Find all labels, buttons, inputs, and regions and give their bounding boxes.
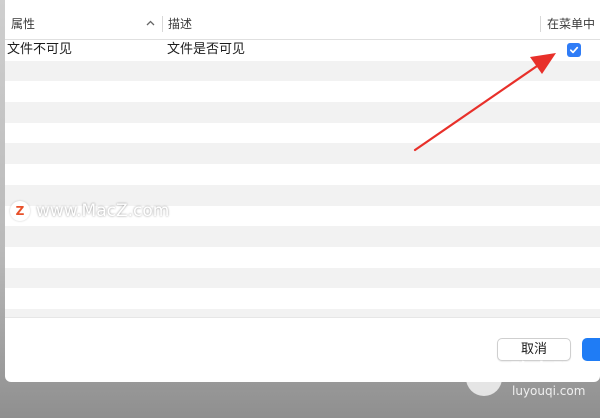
column-header-description[interactable]: 描述: [164, 8, 534, 40]
macz-logo-icon: Z: [10, 201, 30, 221]
table-row: [5, 267, 600, 289]
cell-description: 文件是否可见: [167, 42, 246, 57]
watermark-brand-title: 路由器: [510, 360, 573, 384]
column-header-in-menu[interactable]: 在菜单中: [541, 8, 600, 40]
table-body: 文件不可见 文件是否可见: [5, 40, 600, 317]
table-row: [5, 308, 600, 317]
table-row: [5, 60, 600, 82]
table-row: [5, 164, 600, 185]
table-row: [5, 102, 600, 123]
in-menu-checkbox[interactable]: [567, 43, 581, 57]
table-row: [5, 143, 600, 165]
dialog: 属性 描述 在菜单中 文件不可见 文件是否可见 取消: [5, 0, 600, 382]
watermark-brand-sub: luyouqi.com: [512, 384, 586, 398]
table-row: [5, 122, 600, 144]
footer-divider: [5, 317, 600, 318]
column-divider[interactable]: [162, 16, 163, 32]
router-logo-icon: [466, 360, 502, 396]
table-row[interactable]: 文件不可见 文件是否可见: [5, 40, 600, 61]
watermark-luyouqi: 路由器 luyouqi.com: [462, 356, 600, 406]
attributes-table: 属性 描述 在菜单中 文件不可见 文件是否可见: [5, 8, 600, 317]
cell-attribute: 文件不可见: [7, 42, 73, 57]
table-row: [5, 288, 600, 309]
watermark-macz: Z www.MacZ.com: [10, 199, 169, 223]
table-row: [5, 81, 600, 103]
column-header-attribute[interactable]: 属性: [11, 8, 161, 40]
table-row: [5, 246, 600, 268]
checkmark-icon: [569, 46, 579, 54]
table-row: [5, 226, 600, 247]
table-header: 属性 描述 在菜单中: [5, 8, 600, 40]
chevron-up-icon[interactable]: [146, 8, 155, 40]
watermark-site: www.MacZ.com: [36, 201, 170, 221]
